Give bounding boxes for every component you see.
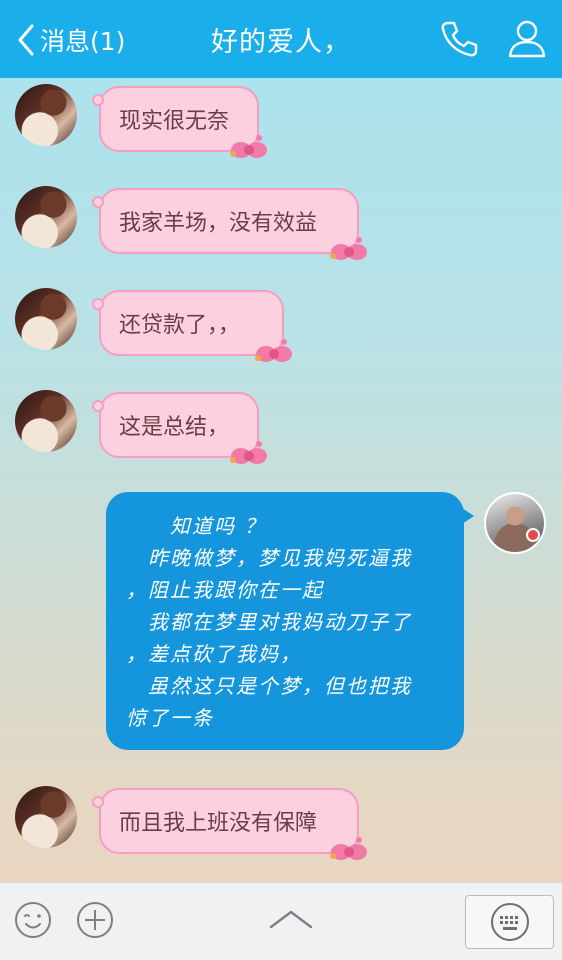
bow-decoration-icon bbox=[230, 135, 267, 158]
my-avatar[interactable] bbox=[484, 492, 546, 554]
bow-decoration-icon bbox=[255, 339, 292, 362]
chevron-up-icon[interactable] bbox=[268, 907, 314, 933]
bow-decoration-icon bbox=[330, 837, 367, 860]
message-line: 虽然这只是个梦，但也把我 bbox=[126, 674, 412, 698]
plus-icon[interactable] bbox=[76, 901, 114, 939]
keyboard-icon bbox=[490, 903, 529, 941]
message-text: 我家羊场，没有效益 bbox=[119, 211, 318, 236]
message-line: ，差点砍了我妈， bbox=[126, 642, 302, 666]
contact-avatar[interactable] bbox=[15, 84, 77, 146]
phone-icon[interactable] bbox=[438, 18, 480, 60]
sent-message-bubble[interactable]: 知道吗 ？ 昨晚做梦，梦见我妈死逼我 ，阻止我跟你在一起 我都在梦里对我妈动刀子… bbox=[106, 492, 474, 750]
contact-avatar[interactable] bbox=[15, 390, 77, 452]
message-line: 昨晚做梦，梦见我妈死逼我 bbox=[126, 546, 412, 570]
contact-avatar[interactable] bbox=[15, 288, 77, 350]
bow-decoration-icon bbox=[230, 441, 267, 464]
message-bubble[interactable]: 现实很无奈 bbox=[92, 86, 267, 158]
message-text: 而且我上班没有保障 bbox=[119, 811, 318, 836]
message-bubble[interactable]: 还贷款了，， bbox=[92, 290, 292, 362]
contact-avatar[interactable] bbox=[15, 786, 77, 848]
bow-decoration-icon bbox=[330, 237, 367, 260]
message-line: 知道吗 ？ bbox=[126, 514, 267, 538]
smiley-icon[interactable] bbox=[14, 901, 52, 939]
message-bubble[interactable]: 而且我上班没有保障 bbox=[92, 788, 367, 860]
message-line: ，阻止我跟你在一起 bbox=[126, 578, 324, 602]
message-text: 还贷款了，， bbox=[119, 313, 241, 338]
message-bubble[interactable]: 这是总结， bbox=[92, 392, 267, 464]
person-icon[interactable] bbox=[505, 16, 549, 60]
message-text: 这是总结， bbox=[119, 415, 230, 440]
top-bar: 消息(1) 好的爱人， bbox=[0, 0, 562, 78]
message-bubble[interactable]: 我家羊场，没有效益 bbox=[92, 188, 367, 260]
contact-avatar[interactable] bbox=[15, 186, 77, 248]
message-text: 现实很无奈 bbox=[119, 109, 230, 134]
message-line: 我都在梦里对我妈动刀子了 bbox=[126, 610, 412, 634]
keyboard-toggle-button[interactable] bbox=[465, 895, 554, 949]
message-line: 惊了一条 bbox=[126, 706, 214, 730]
input-toolbar bbox=[0, 882, 562, 960]
